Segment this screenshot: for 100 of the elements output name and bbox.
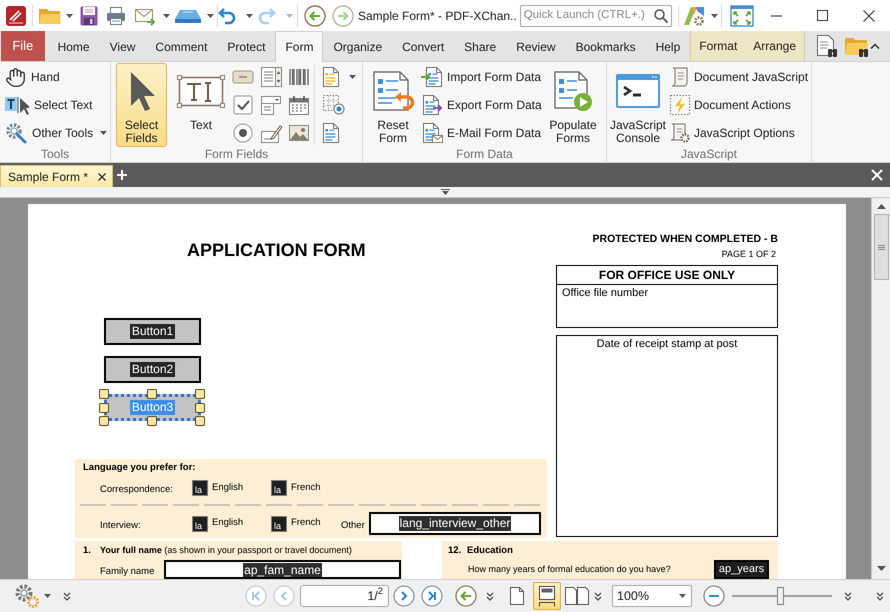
- back-icon[interactable]: [455, 585, 477, 607]
- document-binoculars-icon[interactable]: [816, 34, 838, 58]
- double-chevron-icon[interactable]: [63, 592, 71, 600]
- menu-tab[interactable]: View: [100, 31, 146, 62]
- contextual-tab[interactable]: Arrange: [745, 31, 805, 61]
- search-icon[interactable]: [654, 8, 668, 22]
- resize-handle[interactable]: [147, 416, 157, 426]
- ribbon-button[interactable]: Populate Forms: [545, 63, 601, 147]
- ribbon-button[interactable]: Select Fields: [116, 63, 167, 147]
- checkbox-icon[interactable]: [232, 94, 254, 116]
- ribbon-item[interactable]: Export Form Data: [421, 91, 542, 119]
- collapse-icon[interactable]: [440, 189, 450, 195]
- menu-tab[interactable]: Bookmarks: [566, 31, 646, 62]
- ribbon-item[interactable]: Import Form Data: [421, 63, 542, 91]
- gear-icon[interactable]: [14, 583, 40, 609]
- caret-icon[interactable]: [100, 131, 108, 135]
- checkbox-field[interactable]: la: [271, 516, 287, 532]
- contextual-tab[interactable]: Format: [690, 31, 746, 61]
- ribbon-item[interactable]: Document Actions: [669, 91, 791, 119]
- file-tab[interactable]: File: [1, 31, 45, 61]
- caret-icon[interactable]: [679, 594, 686, 598]
- double-chevron-icon[interactable]: [844, 592, 852, 600]
- checkbox-field[interactable]: la: [271, 480, 287, 496]
- text-field[interactable]: lang_interview_other: [369, 512, 541, 535]
- menu-tab[interactable]: Help: [646, 31, 690, 62]
- grid-eye-icon[interactable]: [322, 94, 346, 116]
- caret-icon[interactable]: [163, 14, 170, 18]
- checkbox-field[interactable]: la: [192, 480, 208, 496]
- tool-button[interactable]: Select Text: [0, 91, 92, 119]
- back-icon[interactable]: [304, 4, 326, 26]
- chevron-up-icon[interactable]: [870, 43, 880, 49]
- vertical-scrollbar[interactable]: [871, 198, 890, 579]
- text-cursor-icon[interactable]: [5, 94, 29, 116]
- single-page-icon[interactable]: [509, 586, 525, 606]
- caret-icon[interactable]: [66, 14, 73, 18]
- zoom-out-icon[interactable]: [703, 585, 725, 607]
- double-chevron-icon[interactable]: [594, 592, 602, 600]
- double-chevron-icon[interactable]: [876, 592, 884, 600]
- caret-icon[interactable]: [710, 14, 718, 18]
- caret-icon[interactable]: [44, 594, 51, 598]
- barcode-icon[interactable]: [288, 66, 310, 88]
- undo-icon[interactable]: [218, 6, 236, 24]
- next-page-icon[interactable]: [393, 585, 415, 607]
- menu-tab[interactable]: Organize: [323, 31, 392, 62]
- radio-button-icon[interactable]: [232, 122, 254, 144]
- checkbox-field[interactable]: la: [192, 516, 208, 532]
- tool-button[interactable]: Other Tools: [0, 119, 108, 147]
- document-icon[interactable]: [322, 122, 340, 144]
- menu-tab[interactable]: Convert: [392, 31, 454, 62]
- combo-box-icon[interactable]: [260, 94, 282, 116]
- page-number-field[interactable]: 1/$^{2}$: [300, 585, 389, 607]
- close-icon[interactable]: [98, 172, 106, 180]
- plus-icon[interactable]: [117, 170, 127, 180]
- calendar-icon[interactable]: [288, 94, 310, 116]
- scanner-icon[interactable]: [174, 8, 202, 24]
- zoom-slider[interactable]: [732, 586, 832, 606]
- save-icon[interactable]: [80, 6, 98, 26]
- populate-form-icon[interactable]: [553, 69, 593, 113]
- menu-tab[interactable]: Form: [275, 31, 324, 62]
- two-pages-icon[interactable]: [564, 586, 590, 606]
- double-chevron-icon[interactable]: [486, 592, 494, 600]
- view-mode-button[interactable]: [533, 582, 561, 610]
- ribbon-button[interactable]: Reset Form: [367, 63, 419, 147]
- tool-button[interactable]: Hand: [0, 63, 60, 91]
- document-import-icon[interactable]: [421, 66, 443, 88]
- last-page-icon[interactable]: [421, 585, 443, 607]
- scrollbar-thumb[interactable]: [874, 214, 888, 280]
- ribbon-item[interactable]: Document JavaScript: [669, 63, 808, 91]
- reset-form-icon[interactable]: [371, 69, 415, 113]
- scroll-down-icon[interactable]: [876, 566, 886, 571]
- menu-tab[interactable]: Protect: [217, 31, 276, 62]
- caret-icon[interactable]: [207, 14, 214, 18]
- minimize-icon[interactable]: [771, 14, 782, 16]
- quick-launch-field[interactable]: Quick Launch (CTRL+.): [520, 4, 672, 26]
- hand-icon[interactable]: [5, 66, 26, 88]
- fullscreen-icon[interactable]: [730, 4, 754, 26]
- menu-tab[interactable]: Home: [48, 31, 100, 62]
- menu-tab[interactable]: Share: [454, 31, 506, 62]
- menu-tab[interactable]: Review: [506, 31, 566, 62]
- menu-tab[interactable]: Comment: [145, 31, 218, 62]
- slider-thumb[interactable]: [777, 587, 784, 605]
- text-field[interactable]: ap_years: [714, 560, 769, 579]
- maximize-icon[interactable]: [817, 10, 828, 21]
- image-icon[interactable]: [288, 122, 310, 144]
- form-button[interactable]: Button2: [104, 356, 201, 383]
- printer-icon[interactable]: [106, 6, 126, 26]
- console-window-icon[interactable]: [615, 73, 661, 109]
- ribbon-item[interactable]: JavaScript Options: [669, 119, 795, 147]
- text-field[interactable]: ap_fam_name: [164, 560, 401, 579]
- lightning-icon[interactable]: [669, 94, 691, 116]
- scroll-gear-icon[interactable]: [669, 122, 691, 144]
- form-button[interactable]: Button1: [104, 318, 201, 345]
- document-icon[interactable]: [322, 66, 340, 88]
- document-export-icon[interactable]: [421, 94, 443, 116]
- ribbon-button[interactable]: JavaScript Console: [608, 63, 668, 147]
- palette-gear-icon[interactable]: [682, 4, 705, 26]
- ribbon-button[interactable]: Text: [173, 63, 229, 147]
- document-tab[interactable]: Sample Form *: [0, 165, 113, 187]
- text-field-icon[interactable]: [177, 74, 225, 108]
- document-envelope-icon[interactable]: [421, 122, 443, 144]
